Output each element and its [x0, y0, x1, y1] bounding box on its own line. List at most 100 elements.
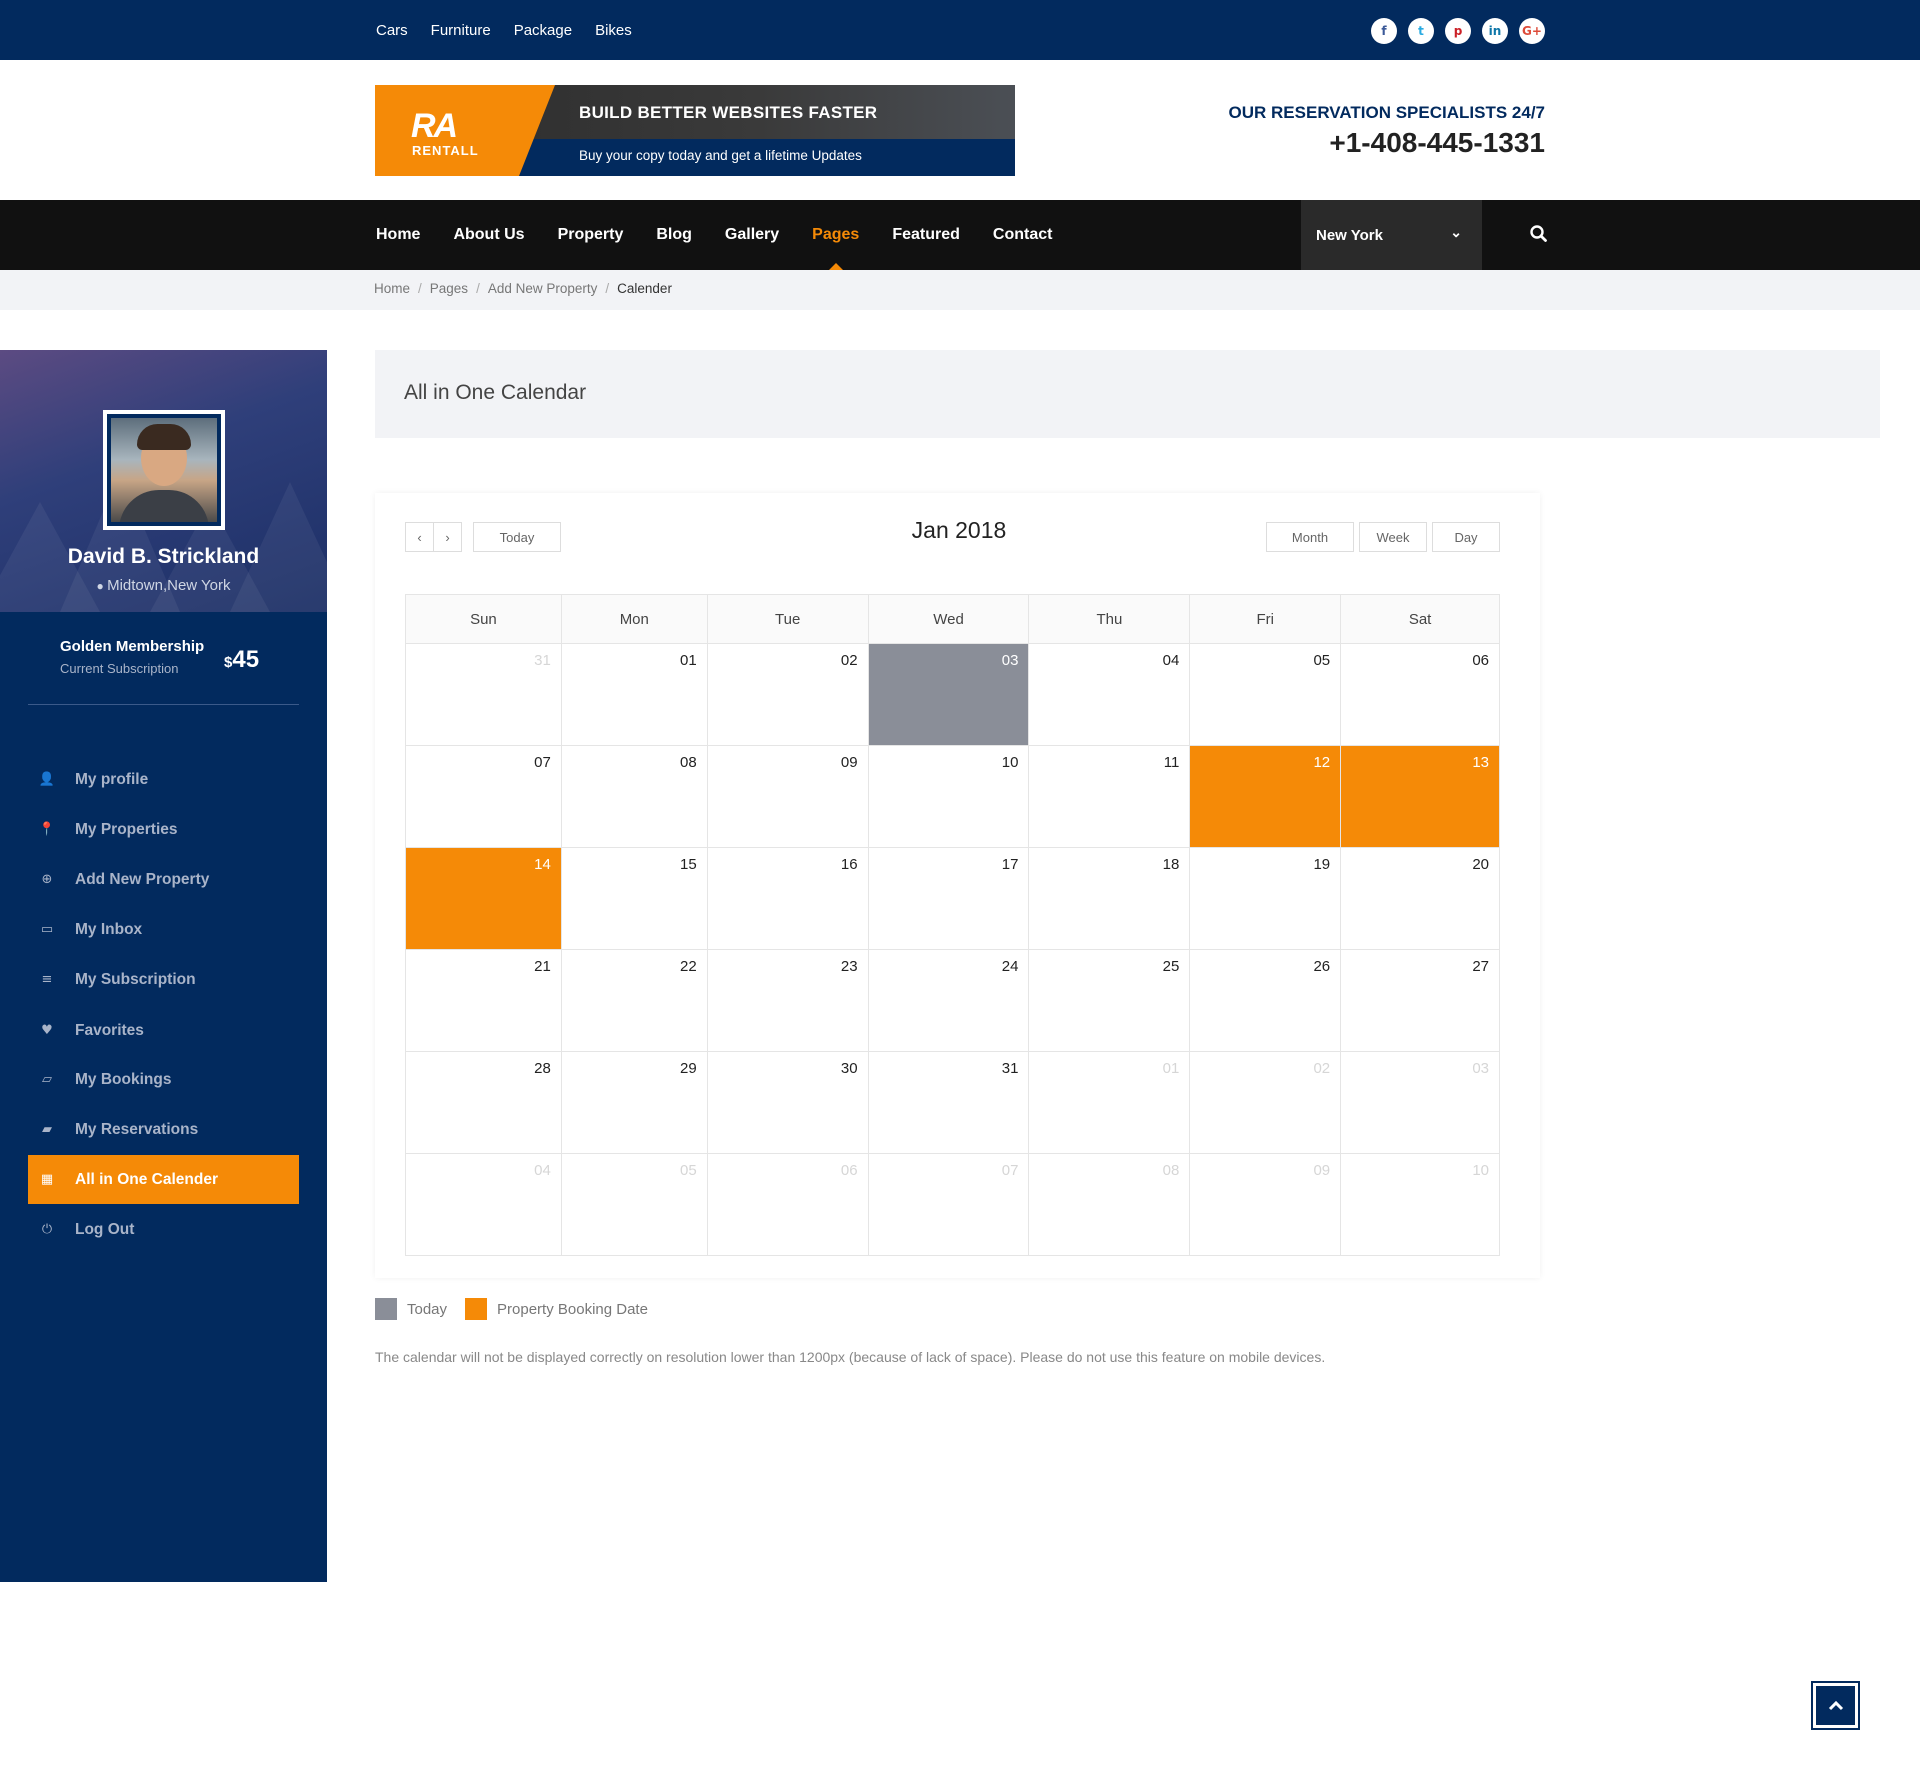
- nav-contact[interactable]: Contact: [993, 226, 1053, 244]
- nav-blog[interactable]: Blog: [656, 226, 692, 244]
- weekday-tue: Tue: [707, 595, 869, 644]
- calendar-day[interactable]: 02: [1190, 1052, 1342, 1154]
- nav-pages[interactable]: Pages: [812, 226, 859, 270]
- day-number: 22: [680, 958, 697, 975]
- heart-icon: ♥: [41, 1023, 53, 1038]
- weekday-sun: Sun: [406, 595, 562, 644]
- calendar-day[interactable]: 09: [707, 746, 869, 848]
- calendar-day[interactable]: 07: [406, 746, 562, 848]
- sidebar-item-log-out[interactable]: ⏻ Log Out: [28, 1205, 299, 1254]
- calendar-day[interactable]: 15: [561, 848, 708, 950]
- calendar-day[interactable]: 19: [1190, 848, 1342, 950]
- calendar-day[interactable]: 28: [406, 1052, 562, 1154]
- social-links: f t p in G+: [1371, 18, 1545, 44]
- calendar-day[interactable]: 24: [868, 950, 1030, 1052]
- breadcrumb-home[interactable]: Home: [374, 281, 410, 296]
- day-number: 06: [1472, 652, 1490, 669]
- nav-property[interactable]: Property: [558, 226, 624, 244]
- sidebar-item-my-subscription[interactable]: ≡ My Subscription: [28, 955, 299, 1004]
- calendar-day[interactable]: 21: [406, 950, 562, 1052]
- calendar-day[interactable]: 02: [707, 644, 869, 746]
- calendar-day[interactable]: 18: [1029, 848, 1191, 950]
- calendar-day[interactable]: 01: [561, 644, 708, 746]
- top-link-bikes[interactable]: Bikes: [595, 22, 632, 39]
- nav-gallery[interactable]: Gallery: [725, 226, 779, 244]
- sidebar-item-label: Log Out: [75, 1220, 135, 1238]
- nav-home[interactable]: Home: [376, 226, 420, 244]
- search-icon[interactable]: [1527, 222, 1551, 246]
- sidebar-item-my-inbox[interactable]: ▭ My Inbox: [28, 905, 299, 954]
- day-view-button[interactable]: Day: [1432, 522, 1500, 552]
- pinterest-icon[interactable]: p: [1445, 18, 1471, 44]
- calendar-day[interactable]: 31: [868, 1052, 1030, 1154]
- linkedin-icon[interactable]: in: [1482, 18, 1508, 44]
- calendar-day[interactable]: 05: [1190, 644, 1342, 746]
- calendar-day[interactable]: 26: [1190, 950, 1342, 1052]
- legend-swatch-today: [375, 1298, 397, 1320]
- prev-month-button[interactable]: ‹: [405, 522, 434, 552]
- calendar-day[interactable]: 03: [1341, 1052, 1501, 1154]
- calendar-day[interactable]: 31: [406, 644, 562, 746]
- calendar-day[interactable]: 10: [1341, 1154, 1501, 1256]
- top-link-package[interactable]: Package: [514, 22, 572, 39]
- sidebar-item-my-reservations[interactable]: ▰ My Reservations: [28, 1105, 299, 1154]
- reservation-contact: OUR RESERVATION SPECIALISTS 24/7 +1-408-…: [1229, 103, 1545, 159]
- day-number: 09: [1313, 1162, 1331, 1179]
- avatar[interactable]: [103, 410, 225, 530]
- sidebar-item-add-new-property[interactable]: ⊕ Add New Property: [28, 855, 299, 904]
- calendar-day[interactable]: 29: [561, 1052, 708, 1154]
- calendar-day[interactable]: 16: [707, 848, 869, 950]
- calendar-day[interactable]: 23: [707, 950, 869, 1052]
- plus-circle-icon: ⊕: [41, 872, 53, 887]
- next-month-button[interactable]: ›: [433, 522, 462, 552]
- scroll-to-top-button[interactable]: [1811, 1681, 1860, 1730]
- today-button[interactable]: Today: [473, 522, 561, 552]
- nav-about-us[interactable]: About Us: [453, 226, 524, 244]
- twitter-icon[interactable]: t: [1408, 18, 1434, 44]
- banner-subtitle: Buy your copy today and get a lifetime U…: [579, 148, 862, 163]
- google-plus-icon[interactable]: G+: [1519, 18, 1545, 44]
- sidebar-item-my-properties[interactable]: 📍 My Properties: [28, 805, 299, 854]
- promo-banner[interactable]: RA RENTALL BUILD BETTER WEBSITES FASTER …: [375, 85, 1015, 176]
- sidebar-item-favorites[interactable]: ♥ Favorites: [28, 1006, 299, 1055]
- top-link-cars[interactable]: Cars: [376, 22, 408, 39]
- calendar-day[interactable]: 01: [1029, 1052, 1191, 1154]
- calendar-day[interactable]: 08: [1029, 1154, 1191, 1256]
- calendar-day[interactable]: 04: [1029, 644, 1191, 746]
- calendar-day[interactable]: 22: [561, 950, 708, 1052]
- sidebar-item-my-bookings[interactable]: ▱ My Bookings: [28, 1055, 299, 1104]
- calendar-day[interactable]: 11: [1029, 746, 1191, 848]
- calendar-day-booked[interactable]: 12: [1190, 746, 1342, 848]
- month-view-button[interactable]: Month: [1266, 522, 1354, 552]
- calendar-day[interactable]: 10: [868, 746, 1030, 848]
- reservation-phone[interactable]: +1-408-445-1331: [1229, 127, 1545, 159]
- calendar-day[interactable]: 25: [1029, 950, 1191, 1052]
- day-number: 01: [1162, 1060, 1180, 1077]
- calendar-day[interactable]: 17: [868, 848, 1030, 950]
- day-number: 02: [840, 652, 858, 669]
- day-number: 09: [840, 754, 858, 771]
- facebook-icon[interactable]: f: [1371, 18, 1397, 44]
- sidebar-item-all-in-one-calender[interactable]: ▦ All in One Calender: [28, 1155, 299, 1204]
- calendar-day[interactable]: 20: [1341, 848, 1501, 950]
- calendar-day-booked[interactable]: 13: [1341, 746, 1501, 848]
- calendar-day[interactable]: 04: [406, 1154, 562, 1256]
- breadcrumb-pages[interactable]: Pages: [430, 281, 468, 296]
- calendar-day[interactable]: 30: [707, 1052, 869, 1154]
- calendar-day-today[interactable]: 03: [868, 644, 1030, 746]
- calendar-day[interactable]: 05: [561, 1154, 708, 1256]
- calendar-day[interactable]: 06: [707, 1154, 869, 1256]
- calendar-day[interactable]: 08: [561, 746, 708, 848]
- sidebar-item-my-profile[interactable]: 👤 My profile: [28, 755, 299, 804]
- calendar-day[interactable]: 07: [868, 1154, 1030, 1256]
- calendar-day[interactable]: 06: [1341, 644, 1501, 746]
- nav-featured[interactable]: Featured: [892, 226, 960, 244]
- calendar-day[interactable]: 09: [1190, 1154, 1342, 1256]
- breadcrumb-add-new-property[interactable]: Add New Property: [488, 281, 598, 296]
- week-view-button[interactable]: Week: [1359, 522, 1427, 552]
- city-select[interactable]: New York ⌄: [1301, 200, 1482, 270]
- calendar-day-booked[interactable]: 14: [406, 848, 562, 950]
- sidebar-item-label: My Reservations: [75, 1120, 199, 1138]
- top-link-furniture[interactable]: Furniture: [431, 22, 491, 39]
- calendar-day[interactable]: 27: [1341, 950, 1501, 1052]
